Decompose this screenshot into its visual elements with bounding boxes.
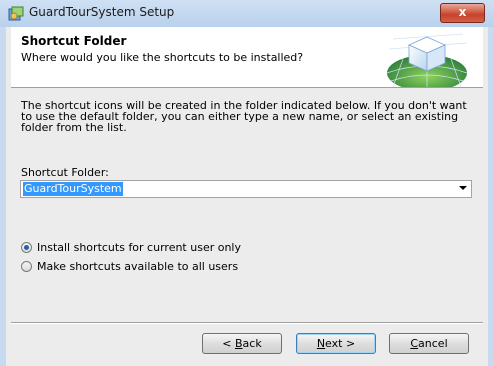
- shortcut-folder-combobox[interactable]: GuardTourSystem: [20, 180, 472, 198]
- next-button-mnemonic: N: [316, 337, 326, 350]
- description-line: folder from the list.: [21, 121, 127, 134]
- next-button[interactable]: Next >: [296, 333, 376, 354]
- back-button-prefix: <: [222, 337, 235, 350]
- cancel-button-rest: ancel: [418, 337, 448, 350]
- radio-all-users-label[interactable]: Make shortcuts available to all users: [37, 260, 238, 273]
- installer-app-icon: [8, 6, 24, 21]
- radio-current-user-label[interactable]: Install shortcuts for current user only: [37, 241, 241, 254]
- page-title: Shortcut Folder: [21, 34, 127, 48]
- description-text: The shortcut icons will be created in th…: [21, 100, 476, 133]
- globe-cube-icon: [386, 33, 468, 87]
- radio-button-unselected[interactable]: [21, 261, 32, 272]
- dropdown-arrow-icon[interactable]: [459, 186, 467, 190]
- shortcut-folder-label: Shortcut Folder:: [21, 166, 109, 179]
- radio-button-selected[interactable]: [21, 242, 32, 253]
- back-button[interactable]: < Back: [202, 333, 282, 354]
- next-button-rest: ext >: [325, 337, 356, 350]
- title-bar[interactable]: GuardTourSystem Setup x: [0, 0, 494, 28]
- shortcut-folder-value[interactable]: GuardTourSystem: [23, 182, 123, 196]
- radio-selected-dot: [24, 245, 29, 250]
- window-title: GuardTourSystem Setup: [29, 5, 175, 19]
- back-button-mnemonic: B: [235, 337, 243, 350]
- cancel-button[interactable]: Cancel: [389, 333, 469, 354]
- window-frame-right: [488, 27, 494, 366]
- footer-divider: [11, 322, 483, 324]
- back-button-rest: ack: [242, 337, 262, 350]
- page-subtitle: Where would you like the shortcuts to be…: [21, 51, 304, 64]
- close-button[interactable]: x: [440, 3, 485, 23]
- setup-window: GuardTourSystem Setup x Shortcut Folder …: [0, 0, 494, 366]
- cancel-button-mnemonic: C: [410, 337, 419, 350]
